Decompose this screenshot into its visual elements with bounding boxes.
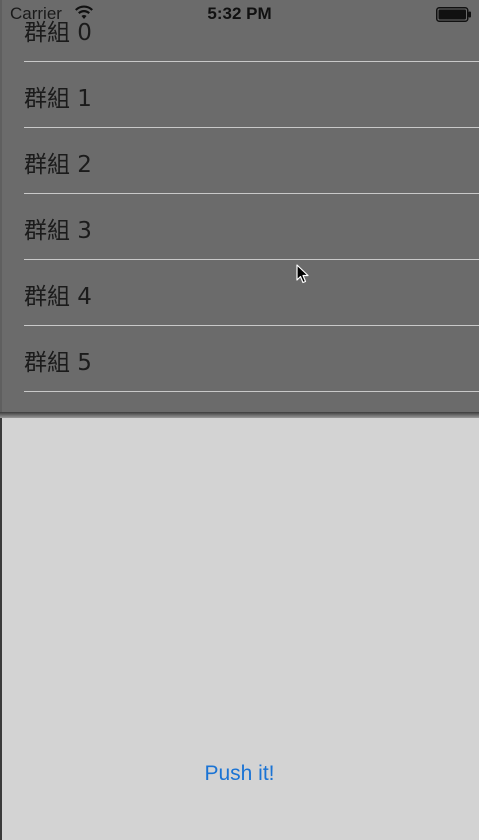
list-item-label: 群組 1 [24,86,92,112]
list-item[interactable]: 群組 2 [0,128,479,194]
list-item-label: 群組 3 [24,218,92,244]
battery-icon [436,7,472,27]
bottom-sheet: Push it! [0,412,479,840]
table-left-edge [0,0,2,420]
group-table: 群組 0 群組 1 群組 2 群組 3 群組 4 群組 5 群組 6 [0,0,479,420]
list-item-label: 群組 5 [24,350,92,376]
sheet-top-shadow [0,412,479,418]
list-item-label: 群組 2 [24,152,92,178]
list-item-label: 群組 4 [24,284,92,310]
status-time: 5:32 PM [207,4,272,23]
list-item[interactable]: 群組 5 [0,326,479,392]
list-item[interactable]: 群組 1 [0,62,479,128]
group-list: 群組 0 群組 1 群組 2 群組 3 群組 4 群組 5 群組 6 [0,0,479,420]
list-item[interactable]: 群組 4 [0,260,479,326]
status-bar: Carrier 5:32 PM [0,0,479,28]
push-it-button[interactable]: Push it! [0,762,479,786]
arrow-cursor-icon [296,264,310,289]
list-item[interactable]: 群組 3 [0,194,479,260]
